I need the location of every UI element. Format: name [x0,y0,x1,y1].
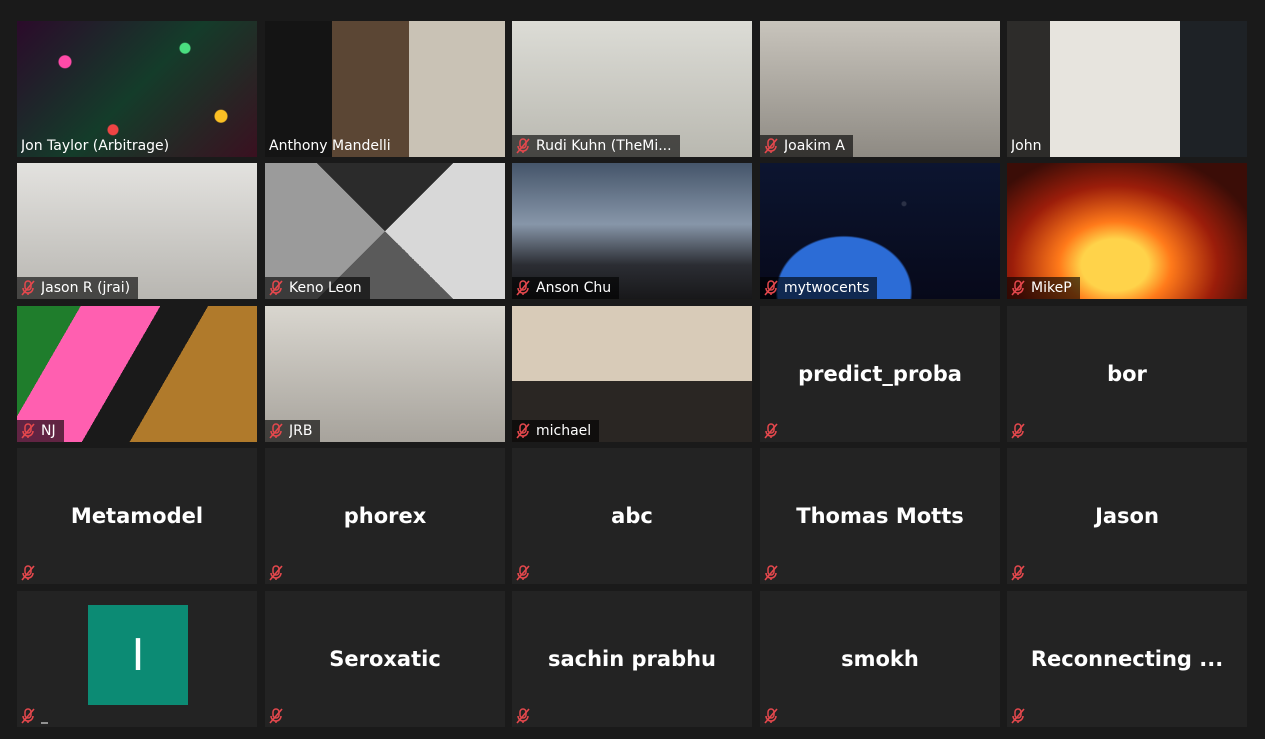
participant-name: Keno Leon [289,280,362,296]
microphone-muted-icon [1011,280,1025,296]
participant-tile[interactable]: Jon Taylor (Arbitrage) [17,21,257,157]
name-label [1007,420,1039,442]
participant-display-name: abc [611,504,653,528]
participant-tile[interactable]: bor [1007,306,1247,442]
microphone-muted-icon [516,423,530,439]
microphone-muted-icon [21,280,35,296]
microphone-muted-icon [516,708,530,724]
name-label: Jon Taylor (Arbitrage) [17,135,177,157]
microphone-muted-icon [269,280,283,296]
participant-tile[interactable]: Anson Chu [512,163,752,299]
participant-name: Jason R (jrai) [41,280,131,296]
participant-display-name: sachin prabhu [547,647,717,671]
name-label [760,705,792,727]
microphone-muted-icon [516,280,530,296]
gallery-view: Jon Taylor (Arbitrage) Anthony Mandelli … [0,0,1265,739]
name-label [17,562,49,584]
participant-name: Jon Taylor (Arbitrage) [21,138,170,154]
name-label: _ [17,705,56,727]
microphone-muted-icon [21,565,35,581]
participant-display-name: bor [1107,362,1147,386]
microphone-muted-icon [269,565,283,581]
participant-name: NJ [41,423,56,439]
participant-display-name: Seroxatic [329,647,441,671]
participant-tile[interactable]: JRB [265,306,505,442]
participant-name: John [1011,138,1042,154]
participant-name: Anson Chu [536,280,612,296]
name-label [265,562,297,584]
name-label: MikeP [1007,277,1080,299]
name-label [265,705,297,727]
name-label: NJ [17,420,64,442]
participant-tile[interactable]: smokh [760,591,1000,727]
participant-tile[interactable]: Joakim A [760,21,1000,157]
participant-name: MikeP [1031,280,1072,296]
microphone-muted-icon [764,138,778,154]
participant-tile[interactable]: mytwocents [760,163,1000,299]
microphone-muted-icon [21,423,35,439]
participant-tile[interactable]: NJ [17,306,257,442]
name-label: Anson Chu [512,277,620,299]
participant-name: Joakim A [784,138,845,154]
participant-tile[interactable]: MikeP [1007,163,1247,299]
name-label: Joakim A [760,135,853,157]
participant-tile[interactable]: Anthony Mandelli [265,21,505,157]
name-label: Keno Leon [265,277,370,299]
microphone-muted-icon [21,708,35,724]
microphone-muted-icon [1011,708,1025,724]
participant-name: _ [41,708,48,724]
participant-tile[interactable]: Keno Leon [265,163,505,299]
name-label [512,562,544,584]
microphone-muted-icon [269,423,283,439]
participant-display-name: Reconnecting ... [1030,647,1224,671]
name-label: John [1007,135,1049,157]
participant-display-name: Metamodel [70,504,204,528]
participant-display-name: phorex [343,504,427,528]
participant-tile[interactable]: michael [512,306,752,442]
name-label: michael [512,420,600,442]
participant-tile[interactable]: I _ [17,591,257,727]
microphone-muted-icon [764,280,778,296]
name-label: Anthony Mandelli [265,135,399,157]
microphone-muted-icon [764,708,778,724]
participant-display-name: Jason [1095,504,1159,528]
name-label: Jason R (jrai) [17,277,139,299]
participant-tile[interactable]: Rudi Kuhn (TheMi... [512,21,752,157]
name-label: JRB [265,420,321,442]
participant-name: michael [536,423,592,439]
microphone-muted-icon [764,423,778,439]
participant-tile[interactable]: Thomas Motts [760,448,1000,584]
microphone-muted-icon [1011,565,1025,581]
participant-tile[interactable]: predict_proba [760,306,1000,442]
participant-display-name: smokh [841,647,919,671]
participant-tile[interactable]: Jason R (jrai) [17,163,257,299]
name-label [1007,705,1039,727]
participant-tile[interactable]: Metamodel [17,448,257,584]
microphone-muted-icon [516,565,530,581]
participant-display-name: predict_proba [798,362,962,386]
name-label: Rudi Kuhn (TheMi... [512,135,680,157]
participant-name: mytwocents [784,280,870,296]
participant-tile[interactable]: sachin prabhu [512,591,752,727]
participant-tile[interactable]: Jason [1007,448,1247,584]
microphone-muted-icon [1011,423,1025,439]
avatar: I [88,605,188,705]
name-label: mytwocents [760,277,878,299]
microphone-muted-icon [269,708,283,724]
participant-tile[interactable]: Seroxatic [265,591,505,727]
participant-tile[interactable]: abc [512,448,752,584]
participant-tile[interactable]: phorex [265,448,505,584]
participant-name: Rudi Kuhn (TheMi... [536,138,672,154]
participant-name: JRB [289,423,313,439]
microphone-muted-icon [516,138,530,154]
name-label [760,562,792,584]
microphone-muted-icon [764,565,778,581]
participant-tile[interactable]: Reconnecting ... [1007,591,1247,727]
name-label [1007,562,1039,584]
name-label [512,705,544,727]
participant-tile[interactable]: John [1007,21,1247,157]
name-label [760,420,792,442]
participant-name: Anthony Mandelli [269,138,391,154]
participant-display-name: Thomas Motts [796,504,964,528]
